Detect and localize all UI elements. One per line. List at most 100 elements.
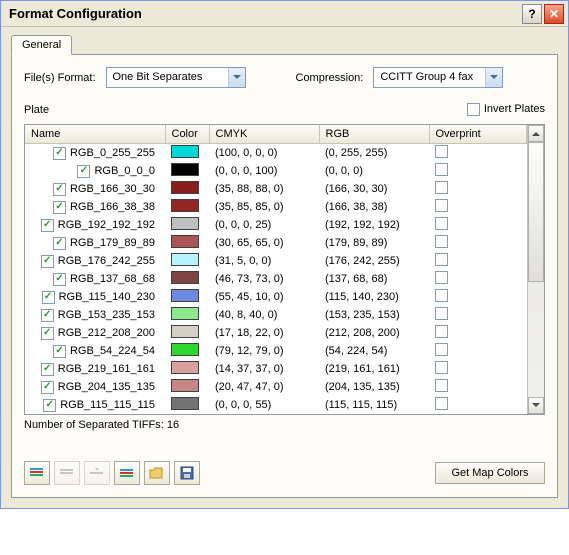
row-checkbox[interactable] (41, 255, 54, 268)
row-checkbox[interactable] (41, 309, 54, 322)
table-row[interactable]: RGB_176_242_255(31, 5, 0, 0)(176, 242, 2… (25, 252, 527, 270)
scroll-up-button[interactable] (528, 125, 544, 142)
row-cmyk: (31, 5, 0, 0) (209, 252, 319, 270)
separated-tiffs-count: Number of Separated TIFFs: 16 (24, 419, 545, 431)
color-swatch (171, 289, 199, 302)
plate-table: Name Color CMYK RGB Overprint RGB_0_255_… (24, 124, 545, 415)
stack-edit-icon (89, 466, 105, 480)
row-checkbox[interactable] (41, 327, 54, 340)
save-button[interactable] (174, 461, 200, 485)
open-button[interactable] (144, 461, 170, 485)
row-cmyk: (55, 45, 10, 0) (209, 288, 319, 306)
overprint-checkbox[interactable] (435, 181, 448, 194)
overprint-checkbox[interactable] (435, 379, 448, 392)
tab-general[interactable]: General (11, 35, 72, 55)
row-rgb: (115, 140, 230) (319, 288, 429, 306)
table-row[interactable]: RGB_0_0_0(0, 0, 0, 100)(0, 0, 0) (25, 162, 527, 180)
table-row[interactable]: RGB_219_161_161(14, 37, 37, 0)(219, 161,… (25, 360, 527, 378)
row-checkbox[interactable] (53, 183, 66, 196)
table-row[interactable]: RGB_115_140_230(55, 45, 10, 0)(115, 140,… (25, 288, 527, 306)
table-row[interactable]: RGB_115_115_115(0, 0, 0, 55)(115, 115, 1… (25, 396, 527, 414)
close-button[interactable]: ✕ (544, 4, 564, 24)
row-checkbox[interactable] (41, 363, 54, 376)
table-row[interactable]: RGB_137_68_68(46, 73, 73, 0)(137, 68, 68… (25, 270, 527, 288)
row-checkbox[interactable] (41, 381, 54, 394)
overprint-checkbox[interactable] (435, 307, 448, 320)
table-row[interactable]: RGB_153_235_153(40, 8, 40, 0)(153, 235, … (25, 306, 527, 324)
row-rgb: (192, 192, 192) (319, 216, 429, 234)
folder-open-icon (149, 466, 165, 480)
checkbox-box (77, 165, 90, 178)
row-rgb: (176, 242, 255) (319, 252, 429, 270)
chevron-down-icon (485, 68, 502, 87)
col-cmyk[interactable]: CMYK (209, 125, 319, 144)
overprint-checkbox[interactable] (435, 253, 448, 266)
col-color[interactable]: Color (165, 125, 209, 144)
checkbox-box (42, 291, 55, 304)
tab-panel-general: File(s) Format: One Bit Separates Compre… (11, 54, 558, 498)
row-name: RGB_192_192_192 (58, 219, 155, 231)
table-row[interactable]: RGB_54_224_54(79, 12, 79, 0)(54, 224, 54… (25, 342, 527, 360)
get-map-colors-button[interactable]: Get Map Colors (435, 462, 545, 484)
overprint-checkbox[interactable] (435, 325, 448, 338)
overprint-checkbox[interactable] (435, 343, 448, 356)
overprint-checkbox[interactable] (435, 361, 448, 374)
table-row[interactable]: RGB_166_30_30(35, 88, 88, 0)(166, 30, 30… (25, 180, 527, 198)
overprint-checkbox[interactable] (435, 235, 448, 248)
plate-label: Plate (24, 104, 49, 116)
overprint-checkbox[interactable] (435, 289, 448, 302)
row-name: RGB_166_38_38 (70, 201, 155, 213)
row-checkbox[interactable] (53, 237, 66, 250)
plates-button[interactable] (114, 461, 140, 485)
table-row[interactable]: RGB_166_38_38(35, 85, 85, 0)(166, 38, 38… (25, 198, 527, 216)
color-swatch (171, 199, 199, 212)
row-checkbox[interactable] (77, 165, 90, 178)
overprint-checkbox[interactable] (435, 199, 448, 212)
row-name: RGB_219_161_161 (58, 363, 155, 375)
overprint-checkbox[interactable] (435, 163, 448, 176)
table-row[interactable]: RGB_212_208_200(17, 18, 22, 0)(212, 208,… (25, 324, 527, 342)
add-plate-button[interactable] (24, 461, 50, 485)
row-rgb: (137, 68, 68) (319, 270, 429, 288)
row-name: RGB_204_135_135 (58, 381, 155, 393)
checkbox-box (435, 289, 448, 302)
row-checkbox[interactable] (41, 219, 54, 232)
row-checkbox[interactable] (53, 345, 66, 358)
col-rgb[interactable]: RGB (319, 125, 429, 144)
checkbox-box (53, 237, 66, 250)
scroll-down-button[interactable] (528, 397, 544, 414)
help-button[interactable]: ? (522, 4, 542, 24)
overprint-checkbox[interactable] (435, 271, 448, 284)
overprint-checkbox[interactable] (435, 397, 448, 410)
invert-plates-checkbox[interactable]: Invert Plates (467, 103, 545, 116)
col-overprint[interactable]: Overprint (429, 125, 527, 144)
row-checkbox[interactable] (53, 147, 66, 160)
vertical-scrollbar[interactable] (527, 125, 544, 414)
checkbox-box (41, 255, 54, 268)
col-name[interactable]: Name (25, 125, 165, 144)
table-row[interactable]: RGB_192_192_192(0, 0, 0, 25)(192, 192, 1… (25, 216, 527, 234)
overprint-checkbox[interactable] (435, 217, 448, 230)
row-checkbox[interactable] (53, 273, 66, 286)
checkbox-box (435, 253, 448, 266)
row-cmyk: (46, 73, 73, 0) (209, 270, 319, 288)
table-row[interactable]: RGB_0_255_255(100, 0, 0, 0)(0, 255, 255) (25, 144, 527, 163)
compression-combo[interactable]: CCITT Group 4 fax (373, 67, 503, 88)
overprint-checkbox[interactable] (435, 145, 448, 158)
files-format-combo[interactable]: One Bit Separates (106, 67, 246, 88)
table-row[interactable]: RGB_179_89_89(30, 65, 65, 0)(179, 89, 89… (25, 234, 527, 252)
files-format-label: File(s) Format: (24, 72, 96, 84)
edit-plate-button (84, 461, 110, 485)
color-swatch (171, 217, 199, 230)
color-swatch (171, 397, 199, 410)
row-checkbox[interactable] (42, 291, 55, 304)
checkbox-box (435, 163, 448, 176)
files-format-value: One Bit Separates (107, 68, 223, 87)
checkbox-box (435, 379, 448, 392)
scroll-thumb[interactable] (528, 142, 544, 282)
row-checkbox[interactable] (43, 399, 56, 412)
row-checkbox[interactable] (53, 201, 66, 214)
table-row[interactable]: RGB_204_135_135(20, 47, 47, 0)(204, 135,… (25, 378, 527, 396)
row-name: RGB_153_235_153 (58, 309, 155, 321)
checkbox-box (435, 181, 448, 194)
